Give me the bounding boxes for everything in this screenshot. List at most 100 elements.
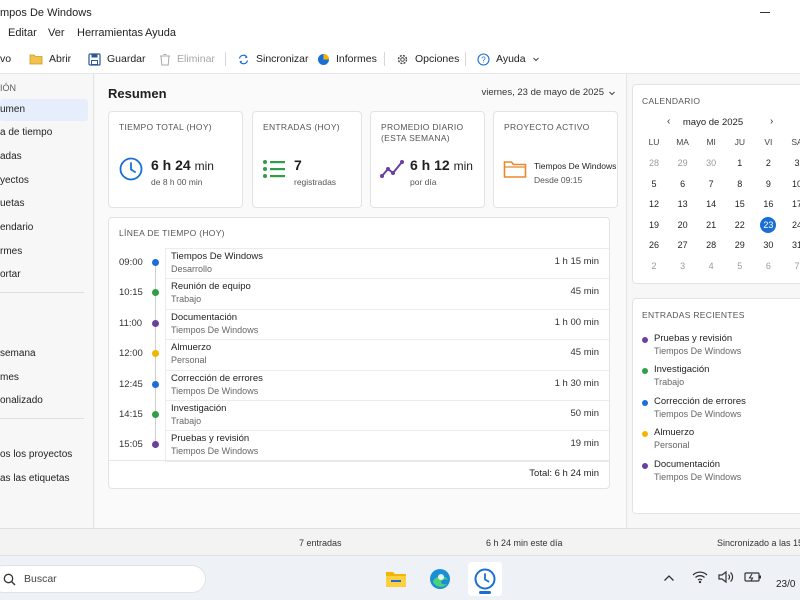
tiempos-app-icon[interactable] xyxy=(468,562,502,596)
sidebar-item-exportar[interactable]: ortar xyxy=(0,264,88,286)
save-button-label: Guardar xyxy=(107,53,146,65)
calendar-day[interactable]: 10 xyxy=(786,175,800,193)
sidebar-item-informes[interactable]: rmes xyxy=(0,241,88,263)
sidebar-item-linea-de-tiempo[interactable]: a de tiempo xyxy=(0,122,88,144)
sidebar-item-entradas[interactable]: adas xyxy=(0,146,88,168)
calendar-day-number: 2 xyxy=(651,261,657,271)
new-button[interactable]: vo xyxy=(0,51,11,67)
sidebar-item-resumen[interactable]: umen xyxy=(0,99,88,121)
calendar-day[interactable]: 22 xyxy=(729,216,751,234)
timeline-entry-duration: 1 h 00 min xyxy=(554,316,599,328)
wifi-icon[interactable] xyxy=(692,570,708,584)
timeline-row[interactable]: 09:00 Tiempos De Windows Desarrollo 1 h 15 … xyxy=(109,248,609,278)
stat-daily-number: 6 h 12 xyxy=(410,157,450,173)
calendar-day[interactable]: 16 xyxy=(757,195,779,213)
sidebar-group-proyectos[interactable]: os los proyectos xyxy=(0,444,88,466)
calendar-day[interactable]: 6 xyxy=(672,175,694,193)
recent-entry[interactable]: Almuerzo Personal xyxy=(633,425,800,455)
menu-ayuda[interactable]: Ayuda xyxy=(145,27,176,39)
calendar-day[interactable]: 13 xyxy=(672,195,694,213)
taskbar-search[interactable]: Buscar xyxy=(0,565,206,593)
taskbar-search-placeholder: Buscar xyxy=(24,573,57,585)
calendar-weekday: MA xyxy=(676,137,689,147)
calendar-day[interactable]: 9 xyxy=(757,175,779,193)
calendar-day[interactable]: 30 xyxy=(757,236,779,254)
calendar-day[interactable]: 2 xyxy=(643,257,665,275)
calendar-day[interactable]: 31 xyxy=(786,236,800,254)
recent-entry[interactable]: Documentación Tiempos De Windows xyxy=(633,457,800,487)
taskbar-clock[interactable]: 23/0 xyxy=(776,579,795,590)
chevron-right-icon[interactable]: › xyxy=(770,116,773,127)
calendar-day-number: 8 xyxy=(737,178,743,189)
recent-entry[interactable]: Investigación Trabajo xyxy=(633,362,800,392)
calendar-day[interactable]: 26 xyxy=(643,236,665,254)
calendar-day[interactable]: 29 xyxy=(672,154,694,172)
pie-chart-icon xyxy=(318,53,329,65)
calendar-day[interactable]: 21 xyxy=(700,216,722,234)
menu-herramientas[interactable]: Herramientas xyxy=(77,27,143,39)
calendar-day-number: 3 xyxy=(680,261,686,271)
calendar-day[interactable]: 7 xyxy=(700,175,722,193)
sidebar-filter-personalizado[interactable]: onalizado xyxy=(0,390,88,412)
menu-editar[interactable]: Editar xyxy=(8,27,37,39)
delete-button[interactable]: Eliminar xyxy=(159,51,215,67)
timeline-row[interactable]: 15:05 Pruebas y revisión Tiempos De Window… xyxy=(109,430,609,460)
calendar-day[interactable]: 8 xyxy=(729,175,751,193)
calendar-day[interactable]: 12 xyxy=(643,195,665,213)
minimize-icon[interactable] xyxy=(760,12,770,13)
reports-button[interactable]: Informes xyxy=(317,51,377,67)
calendar-weekday: SA xyxy=(791,137,800,147)
calendar-day[interactable]: 30 xyxy=(700,154,722,172)
date-selector[interactable]: viernes, 23 de mayo de 2025 xyxy=(481,87,616,98)
timeline-row[interactable]: 12:45 Corrección de errores Tiempos De Win… xyxy=(109,370,609,400)
calendar-day[interactable]: 23 xyxy=(757,216,779,234)
recent-entry[interactable]: Corrección de errores Tiempos De Windows xyxy=(633,394,800,424)
timeline-row[interactable]: 11:00 Documentación Tiempos De Windows 1 h … xyxy=(109,309,609,339)
stat-card-daily: PROMEDIO DIARIO (ESTA SEMANA) 6 h 12 min … xyxy=(370,111,485,208)
timeline-entry-project: Personal xyxy=(171,355,207,366)
timeline-row[interactable]: 12:00 Almuerzo Personal 45 min xyxy=(109,339,609,369)
recent-entry-project: Tiempos De Windows xyxy=(654,471,742,482)
menu-ver[interactable]: Ver xyxy=(48,27,65,39)
calendar-day[interactable]: 3 xyxy=(786,154,800,172)
file-explorer-icon[interactable] xyxy=(379,562,413,596)
calendar-day[interactable]: 19 xyxy=(643,216,665,234)
edge-browser-icon[interactable] xyxy=(423,562,457,596)
calendar-day[interactable]: 2 xyxy=(757,154,779,172)
chevron-up-icon[interactable] xyxy=(663,574,675,582)
calendar-day[interactable]: 14 xyxy=(700,195,722,213)
stat-total-number: 6 h 24 xyxy=(151,157,191,173)
calendar-day[interactable]: 27 xyxy=(672,236,694,254)
help-button[interactable]: ? Ayuda xyxy=(477,51,540,67)
sidebar-filter-semana[interactable]: semana xyxy=(0,343,88,365)
sidebar-item-calendario[interactable]: endario xyxy=(0,217,88,239)
calendar-day[interactable]: 3 xyxy=(672,257,694,275)
open-button[interactable]: Abrir xyxy=(29,51,71,67)
save-button[interactable]: Guardar xyxy=(88,51,146,67)
sidebar-group-etiquetas[interactable]: as las etiquetas xyxy=(0,468,88,490)
calendar-day[interactable]: 1 xyxy=(729,154,751,172)
calendar-day[interactable]: 28 xyxy=(643,154,665,172)
calendar-day[interactable]: 6 xyxy=(757,257,779,275)
volume-icon[interactable] xyxy=(718,570,734,584)
recent-entry[interactable]: Pruebas y revisión Tiempos De Windows xyxy=(633,331,800,361)
calendar-day[interactable]: 29 xyxy=(729,236,751,254)
timeline-entry-duration: 1 h 30 min xyxy=(554,377,599,389)
calendar-day[interactable]: 28 xyxy=(700,236,722,254)
sidebar-item-proyectos[interactable]: yectos xyxy=(0,170,88,192)
calendar-day[interactable]: 7 xyxy=(786,257,800,275)
calendar-day[interactable]: 5 xyxy=(643,175,665,193)
timeline-row[interactable]: 10:15 Reunión de equipo Trabajo 45 min xyxy=(109,278,609,308)
sync-button[interactable]: Sincronizar xyxy=(237,51,309,67)
calendar-day[interactable]: 15 xyxy=(729,195,751,213)
calendar-day[interactable]: 17 xyxy=(786,195,800,213)
timeline-row[interactable]: 14:15 Investigación Trabajo 50 min xyxy=(109,400,609,430)
calendar-day[interactable]: 5 xyxy=(729,257,751,275)
sidebar-filter-mes[interactable]: mes xyxy=(0,367,88,389)
sidebar-item-etiquetas[interactable]: uetas xyxy=(0,193,88,215)
calendar-day[interactable]: 20 xyxy=(672,216,694,234)
calendar-day[interactable]: 4 xyxy=(700,257,722,275)
calendar-day[interactable]: 24 xyxy=(786,216,800,234)
options-button[interactable]: Opciones xyxy=(396,51,459,67)
battery-icon[interactable] xyxy=(744,570,762,584)
